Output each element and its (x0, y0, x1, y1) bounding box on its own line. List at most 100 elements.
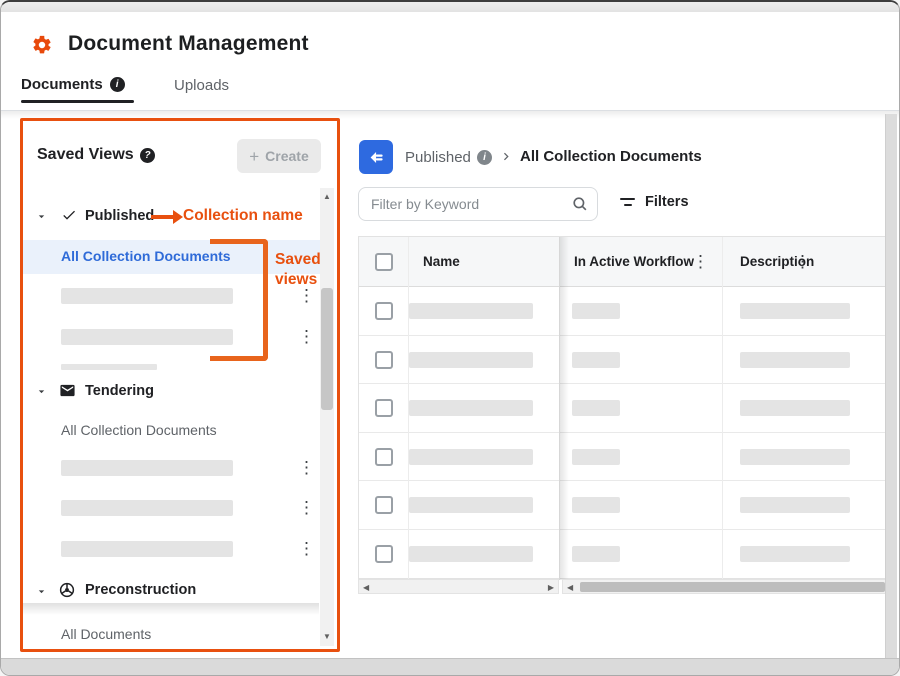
tabbar-divider (1, 110, 899, 119)
window-chrome-top (1, 2, 899, 12)
frozen-column-shadow (560, 237, 569, 580)
table-row[interactable] (359, 433, 885, 482)
cell-skeleton (740, 400, 850, 416)
filters-button[interactable]: Filters (620, 194, 689, 210)
filter-icon (620, 198, 635, 206)
create-button[interactable]: + Create (237, 139, 321, 173)
help-icon[interactable]: ? (140, 148, 155, 163)
row-checkbox[interactable] (375, 448, 393, 466)
table-row[interactable] (359, 530, 885, 579)
section-tendering[interactable]: Tendering (85, 383, 154, 399)
kebab-menu-icon[interactable]: ⋮ (295, 459, 318, 476)
search-icon[interactable] (571, 195, 589, 218)
row-checkbox[interactable] (375, 545, 393, 563)
mail-icon (59, 382, 76, 404)
column-divider (408, 237, 409, 580)
annotation-arrow (151, 215, 174, 219)
cell-skeleton (740, 352, 850, 368)
cell-skeleton (572, 449, 620, 465)
cell-skeleton (740, 497, 850, 513)
tab-uploads-label: Uploads (174, 77, 229, 94)
search-input[interactable] (358, 187, 598, 221)
kebab-menu-icon[interactable]: ⋮ (295, 540, 318, 557)
chevron-down-icon[interactable] (35, 585, 48, 603)
row-checkbox[interactable] (375, 399, 393, 417)
active-tab-underline (21, 100, 134, 103)
section-published[interactable]: Published (85, 208, 154, 224)
scroll-left-icon[interactable]: ◀ (363, 584, 369, 592)
table-row[interactable] (359, 384, 885, 433)
window-frame: Document Management Documents i Uploads … (0, 0, 900, 676)
saved-view-skeleton (61, 288, 233, 304)
cell-skeleton (409, 449, 533, 465)
row-checkbox[interactable] (375, 496, 393, 514)
saved-view-skeleton (61, 460, 233, 476)
cell-skeleton (572, 303, 620, 319)
table-row[interactable] (359, 287, 885, 336)
breadcrumb-parent[interactable]: Published (405, 149, 471, 166)
row-checkbox[interactable] (375, 351, 393, 369)
gear-icon (31, 34, 53, 56)
kebab-menu-icon[interactable]: ⋮ (295, 499, 318, 516)
scroll-right-icon[interactable]: ▶ (548, 584, 554, 592)
tab-documents[interactable]: Documents i (21, 76, 125, 93)
table-header: Name In Active Workflow ⋮ Description ⋮ (359, 237, 885, 287)
sidebar-scroll-thumb[interactable] (321, 288, 333, 410)
section-shadow (23, 603, 319, 615)
saved-view-label[interactable]: All Collection Documents (61, 422, 217, 438)
page-scrollbar[interactable] (885, 114, 897, 660)
collapse-sidebar-button[interactable] (359, 140, 393, 174)
kebab-menu-icon[interactable]: ⋮ (295, 328, 318, 345)
scroll-up-icon[interactable]: ▲ (320, 193, 334, 201)
select-all-checkbox[interactable] (375, 253, 393, 271)
cell-skeleton (740, 303, 850, 319)
wheel-icon (58, 581, 76, 604)
page-title: Document Management (68, 32, 309, 56)
clipped-row-fragment (61, 364, 157, 370)
annotation-bracket (210, 239, 268, 361)
scroll-left-icon[interactable]: ◀ (567, 584, 573, 592)
column-menu-icon[interactable]: ⋮ (689, 253, 712, 270)
info-icon[interactable]: i (477, 150, 492, 165)
cell-skeleton (572, 546, 620, 562)
tab-uploads[interactable]: Uploads (174, 77, 229, 94)
saved-view-skeleton (61, 500, 233, 516)
column-menu-icon[interactable]: ⋮ (791, 253, 814, 270)
cell-skeleton (572, 400, 620, 416)
chevron-down-icon[interactable] (35, 210, 48, 228)
section-preconstruction[interactable]: Preconstruction (85, 582, 196, 598)
column-header-name: Name (423, 254, 460, 269)
hscroll-thumb[interactable] (580, 582, 885, 592)
saved-view-label: All Collection Documents (61, 248, 231, 264)
cell-skeleton (409, 400, 533, 416)
breadcrumb-current: All Collection Documents (520, 148, 702, 165)
check-icon (61, 207, 77, 228)
table-row[interactable] (359, 336, 885, 385)
row-checkbox[interactable] (375, 302, 393, 320)
saved-view-label[interactable]: All Documents (61, 626, 151, 642)
column-divider (722, 237, 723, 580)
cell-skeleton (409, 497, 533, 513)
cell-skeleton (572, 352, 620, 368)
table-row[interactable] (359, 481, 885, 530)
table-hscrollbar[interactable]: ◀ (562, 579, 886, 594)
cell-skeleton (409, 352, 533, 368)
column-header-workflow: In Active Workflow (574, 254, 694, 269)
cell-skeleton (409, 303, 533, 319)
frozen-pane-hscrollbar[interactable]: ◀ ▶ (358, 579, 559, 594)
cell-skeleton (740, 449, 850, 465)
cell-skeleton (409, 546, 533, 562)
cell-skeleton (740, 546, 850, 562)
collapse-left-icon (367, 148, 386, 167)
saved-view-skeleton (61, 329, 233, 345)
chevron-down-icon[interactable] (35, 385, 48, 403)
chevron-right-icon (499, 149, 514, 169)
scroll-down-icon[interactable]: ▼ (320, 633, 334, 641)
saved-views-title: Saved Views (37, 146, 134, 164)
documents-table: Name In Active Workflow ⋮ Description ⋮ (358, 236, 886, 579)
plus-icon: + (249, 148, 259, 165)
filters-label: Filters (645, 194, 689, 210)
info-icon[interactable]: i (110, 77, 125, 92)
annotation-saved-views: Saved views (275, 250, 341, 290)
create-button-label: Create (265, 148, 309, 164)
